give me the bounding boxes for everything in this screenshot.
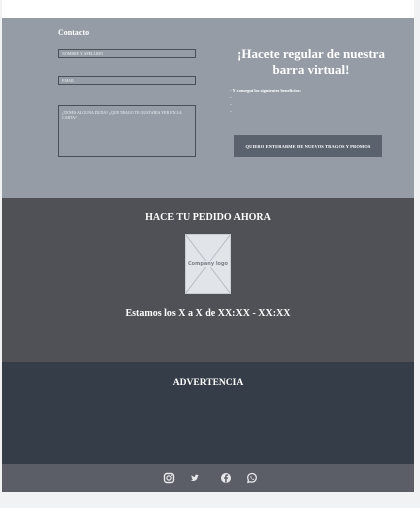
twitter-icon[interactable] [189,472,201,484]
message-field[interactable] [58,105,196,157]
promo-title-line1: ¡Hacete regular de nuestra [237,46,385,61]
subscribe-button[interactable]: QUIERO ENTERARME DE NUEVOS TRAGOS Y PROM… [234,135,382,157]
opening-hours: Estamos los X a X de XX:XX - XX:XX [125,308,291,319]
top-strip [2,0,414,18]
warning-section: ADVERTENCIA [2,362,414,464]
benefits-list [230,95,232,116]
company-logo: Company logo [185,234,231,294]
whatsapp-icon[interactable] [246,472,258,484]
facebook-icon[interactable] [220,472,232,484]
contact-title: Contacto [58,28,90,37]
promo-title: ¡Hacete regular de nuestra barra virtual… [230,46,392,78]
warning-title: ADVERTENCIA [172,378,244,388]
instagram-icon[interactable] [163,472,175,484]
benefit-item [230,109,232,116]
benefit-item [230,102,232,109]
order-title: HACE TU PEDIDO AHORA [145,212,271,223]
page: Contacto ¡Hacete regular de nuestra barr… [2,0,414,492]
name-field[interactable] [58,49,196,58]
contact-section: Contacto ¡Hacete regular de nuestra barr… [2,18,414,198]
promo-title-line2: barra virtual! [272,62,350,77]
order-section: HACE TU PEDIDO AHORA Company logo Estamo… [2,198,414,362]
email-field[interactable] [58,76,196,85]
logo-text: Company logo [186,261,230,267]
benefits-intro: - Y conseguí los siguientes beneficios: [230,88,302,93]
footer [2,464,414,492]
benefit-item [230,95,232,102]
